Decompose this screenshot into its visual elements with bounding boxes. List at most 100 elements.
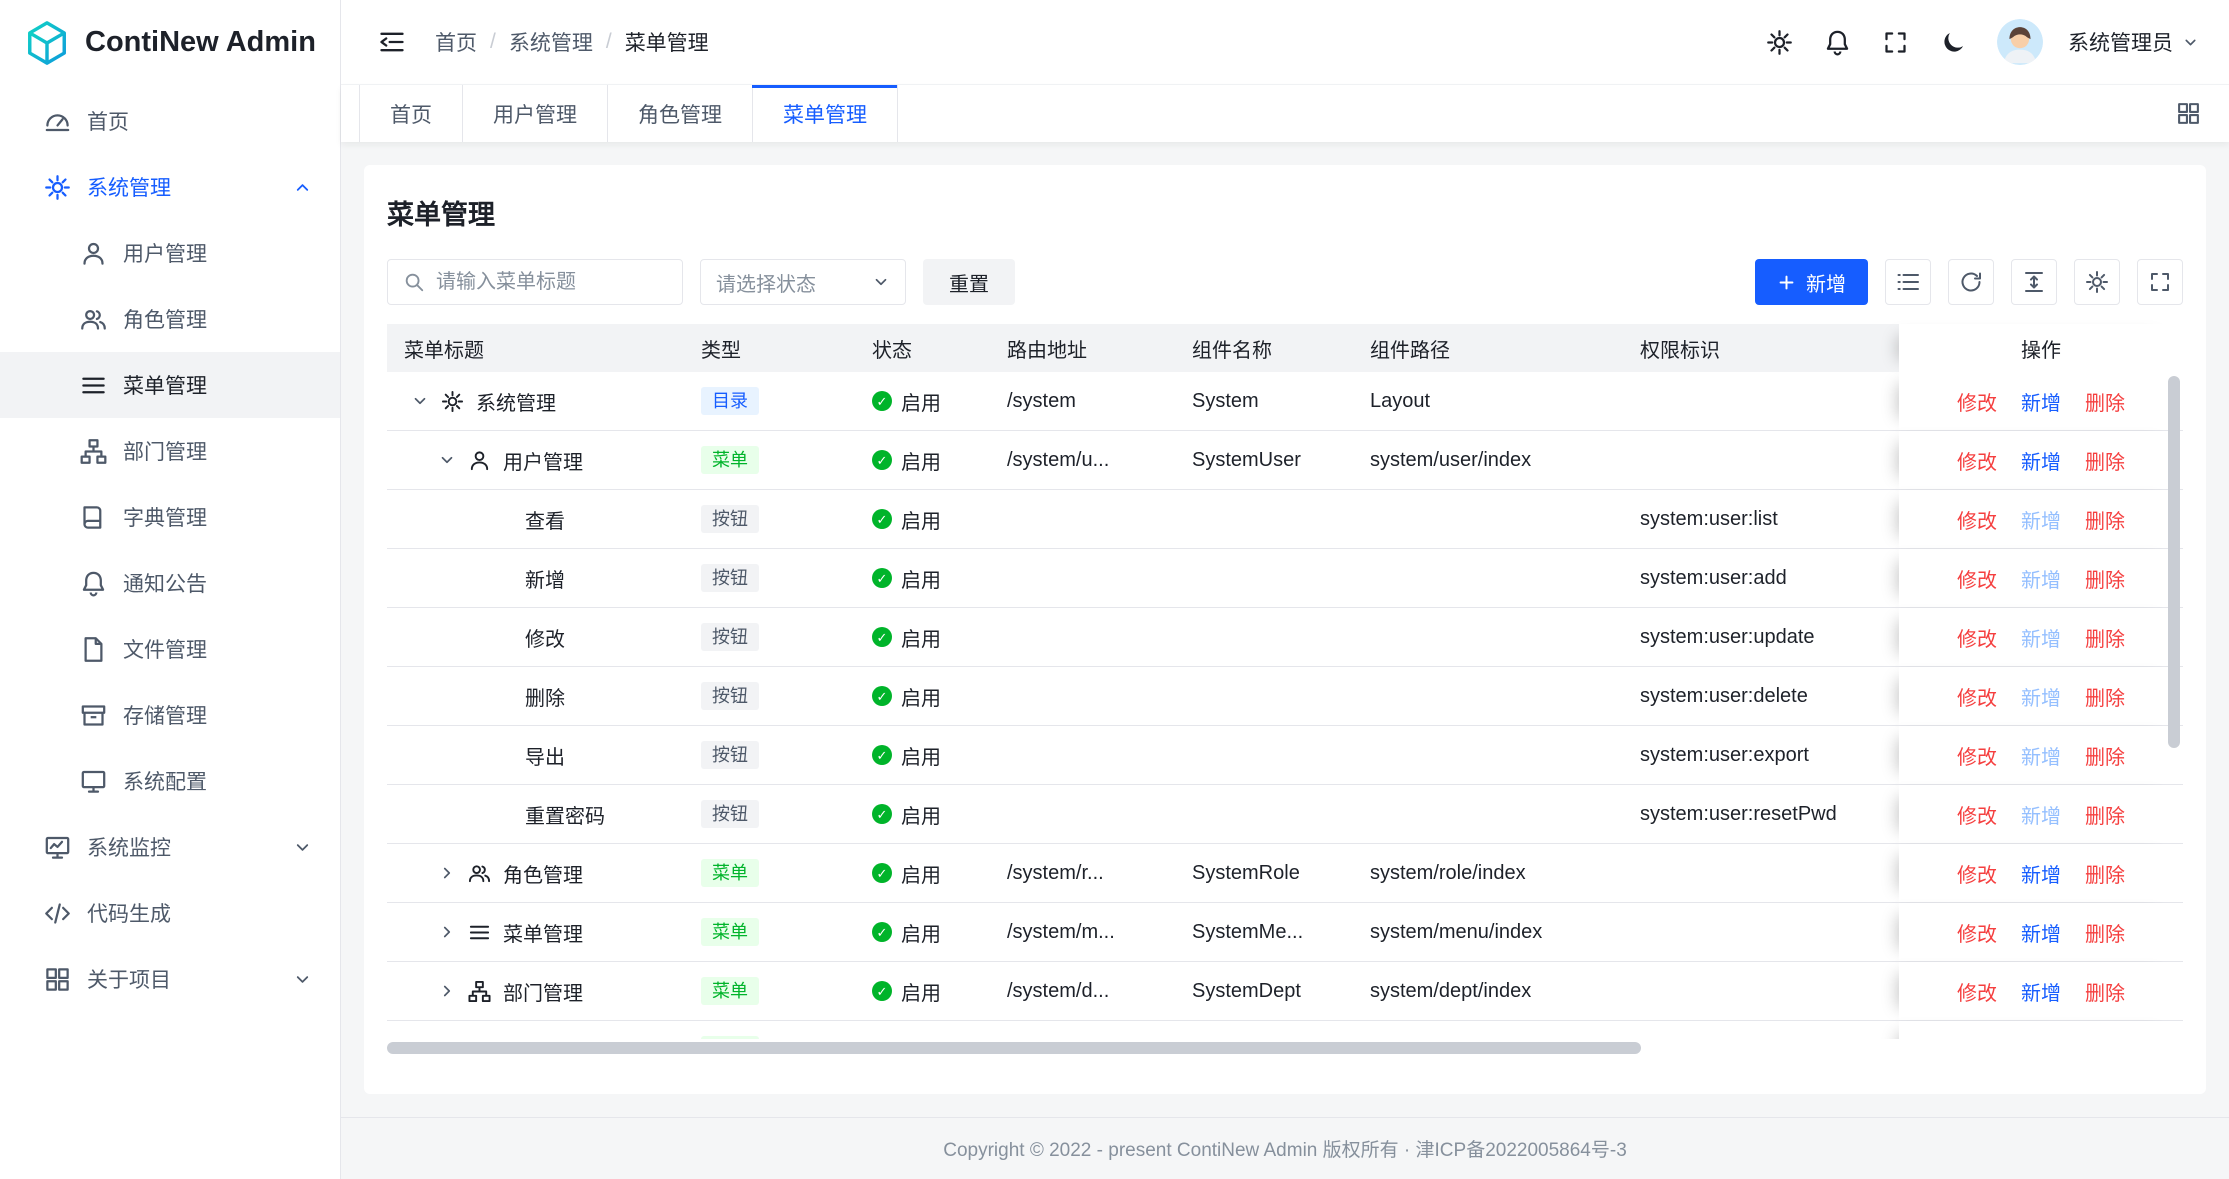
user-menu[interactable]: 系统管理员 [2068,27,2199,57]
column-header: 菜单标题 [387,324,684,372]
bell-icon [80,570,107,597]
sidebar-item-storage-management[interactable]: 存储管理 [0,682,340,748]
app-root: ContiNew Admin 首页 系统管理 用户管理 角色管理 [0,0,2229,1179]
user-icon [468,449,491,472]
add-link[interactable]: 新增 [2021,859,2061,888]
reset-button[interactable]: 重置 [923,259,1015,305]
edit-link[interactable]: 修改 [1957,1036,1997,1040]
vertical-scrollbar-thumb[interactable] [2168,376,2180,748]
horizontal-scrollbar-thumb[interactable] [387,1042,1641,1054]
permission: system:user:resetPwd [1623,785,1899,843]
logo[interactable]: ContiNew Admin [0,0,340,85]
edit-link[interactable]: 修改 [1957,623,1997,652]
delete-link[interactable]: 删除 [2085,918,2125,947]
avatar[interactable] [1997,19,2043,65]
component-path [1353,490,1623,548]
add-link[interactable]: 新增 [2021,387,2061,416]
component-path: system/menu/index [1353,903,1623,961]
bell-icon[interactable] [1815,20,1859,64]
sidebar-item-file-management[interactable]: 文件管理 [0,616,340,682]
sidebar-item-label: 首页 [87,106,129,136]
tab-home[interactable]: 首页 [359,85,463,142]
edit-link[interactable]: 修改 [1957,741,1997,770]
dashboard-icon [44,108,71,135]
add-link-disabled: 新增 [2021,623,2061,652]
edit-link[interactable]: 修改 [1957,977,1997,1006]
sidebar-item-system-config[interactable]: 系统配置 [0,748,340,814]
apps-grid-icon[interactable] [2167,93,2209,135]
chevron-right-icon[interactable] [438,864,456,882]
sidebar-item-notice[interactable]: 通知公告 [0,550,340,616]
delete-link[interactable]: 删除 [2085,387,2125,416]
route-path: /system/d... [990,962,1175,1020]
delete-link[interactable]: 删除 [2085,446,2125,475]
add-link[interactable]: 新增 [2021,1036,2061,1040]
tab-role-management[interactable]: 角色管理 [608,85,753,142]
delete-link[interactable]: 删除 [2085,564,2125,593]
delete-link[interactable]: 删除 [2085,1036,2125,1040]
edit-link[interactable]: 修改 [1957,387,1997,416]
sidebar-item-code-generation[interactable]: 代码生成 [0,880,340,946]
sidebar-item-role-management[interactable]: 角色管理 [0,286,340,352]
line-height-icon-button[interactable] [2011,259,2057,305]
edit-link[interactable]: 修改 [1957,800,1997,829]
table-row: 导出 按钮 启用 system:user:export 修改 新增 删除 [387,726,2183,785]
delete-link[interactable]: 删除 [2085,859,2125,888]
sidebar-item-label: 角色管理 [123,304,207,334]
table-row: 角色管理 菜单 启用 /system/r... SystemRole syste… [387,844,2183,903]
sidebar-item-label: 代码生成 [87,898,171,928]
menu-title: 字典管理 [503,1036,583,1040]
sidebar-item-menu-management[interactable]: 菜单管理 [0,352,340,418]
add-link[interactable]: 新增 [2021,446,2061,475]
chevron-right-icon[interactable] [438,982,456,1000]
sidebar-item-system-monitor[interactable]: 系统监控 [0,814,340,880]
sidebar-item-system-management[interactable]: 系统管理 [0,154,340,220]
menu-fold-icon[interactable] [371,21,413,63]
tab-menu-management[interactable]: 菜单管理 [753,85,898,142]
gear-icon[interactable] [1757,20,1801,64]
fullscreen-icon[interactable] [1873,20,1917,64]
permission: system:user:export [1623,726,1899,784]
refresh-icon-button[interactable] [1948,259,1994,305]
status-select[interactable]: 请选择状态 [700,259,906,305]
column-settings-icon-button[interactable] [2074,259,2120,305]
list-icon-button[interactable] [1885,259,1931,305]
edit-link[interactable]: 修改 [1957,859,1997,888]
moon-icon[interactable] [1931,20,1975,64]
chevron-right-icon[interactable] [438,923,456,941]
status-badge: 启用 [872,800,941,829]
sidebar-item-dict-management[interactable]: 字典管理 [0,484,340,550]
type-badge: 按钮 [701,564,759,592]
delete-link[interactable]: 删除 [2085,623,2125,652]
table-fullscreen-icon-button[interactable] [2137,259,2183,305]
add-link[interactable]: 新增 [2021,918,2061,947]
chevron-down-icon[interactable] [411,392,429,410]
delete-link[interactable]: 删除 [2085,800,2125,829]
table-row: 新增 按钮 启用 system:user:add 修改 新增 删除 [387,549,2183,608]
delete-link[interactable]: 删除 [2085,741,2125,770]
sidebar-item-dept-management[interactable]: 部门管理 [0,418,340,484]
delete-link[interactable]: 删除 [2085,977,2125,1006]
sidebar-item-home[interactable]: 首页 [0,88,340,154]
add-link[interactable]: 新增 [2021,977,2061,1006]
topbar-actions: 系统管理员 [1757,19,2199,65]
add-button[interactable]: 新增 [1755,259,1868,305]
sidebar-item-user-management[interactable]: 用户管理 [0,220,340,286]
breadcrumb-item-home[interactable]: 首页 [435,27,477,57]
breadcrumb-item-system[interactable]: 系统管理 [509,27,593,57]
table-body: 系统管理 目录 启用 /system System Layout 修改 新增 [387,372,2183,1039]
edit-link[interactable]: 修改 [1957,564,1997,593]
chevron-down-icon[interactable] [438,451,456,469]
users-icon [80,306,107,333]
edit-link[interactable]: 修改 [1957,505,1997,534]
sidebar-item-about-project[interactable]: 关于项目 [0,946,340,1012]
search-input[interactable] [436,271,667,294]
route-path [990,785,1175,843]
edit-link[interactable]: 修改 [1957,446,1997,475]
edit-link[interactable]: 修改 [1957,918,1997,947]
delete-link[interactable]: 删除 [2085,505,2125,534]
delete-link[interactable]: 删除 [2085,682,2125,711]
edit-link[interactable]: 修改 [1957,682,1997,711]
tab-user-management[interactable]: 用户管理 [463,85,608,142]
type-badge: 菜单 [701,977,759,1005]
